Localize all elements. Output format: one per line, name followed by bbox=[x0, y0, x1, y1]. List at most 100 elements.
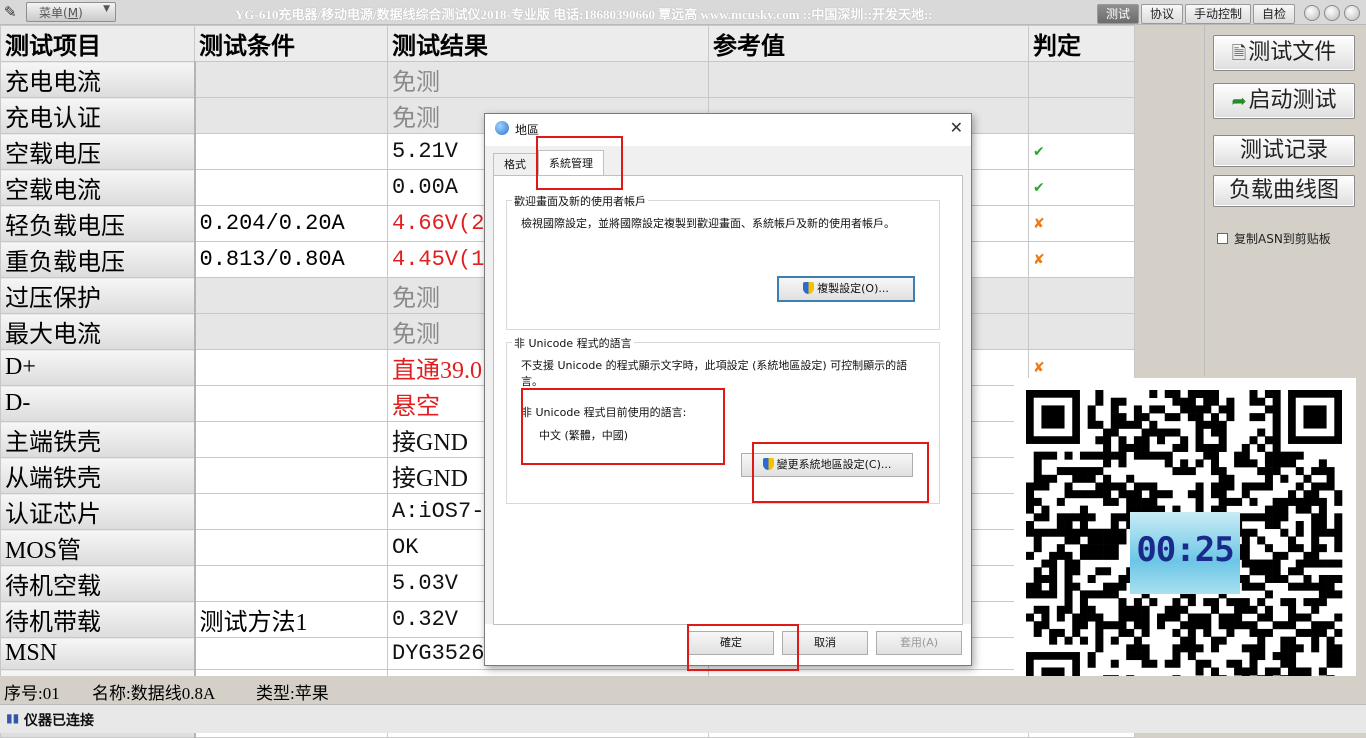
welcome-description: 檢視國際設定，並將國際設定複製到歡迎畫面、系統帳戶及新的使用者帳戶。 bbox=[521, 217, 895, 230]
cell-condition bbox=[194, 457, 388, 494]
connection-bar: ▮▮ 仪器已连接 bbox=[0, 704, 1366, 733]
cell-item: 重负载电压 bbox=[0, 241, 196, 278]
cell-item: 认证芯片 bbox=[0, 493, 196, 530]
menu-shortcut: M bbox=[67, 6, 79, 20]
welcome-group-title: 歡迎畫面及新的使用者帳戶 bbox=[512, 193, 648, 209]
tab-protocol[interactable]: 协议 bbox=[1141, 4, 1183, 24]
minimize-button[interactable] bbox=[1304, 5, 1320, 21]
cell-verdict: ✔ bbox=[1028, 133, 1135, 170]
header-verdict: 判定 bbox=[1028, 25, 1135, 62]
non-unicode-group-title: 非 Unicode 程式的語言 bbox=[512, 335, 634, 351]
window-title: YG-610充电器/移动电源/数据线综合测试仪2018-专业版 电话:18680… bbox=[235, 7, 933, 22]
copy-asn-label: 复制ASN到剪贴板 bbox=[1234, 232, 1331, 246]
status-line: 序号:01 名称:数据线0.8A 类型:苹果 bbox=[0, 676, 1366, 704]
title-bar: ✎ 菜单(M) ▼ YG-610充电器/移动电源/数据线综合测试仪2018-专业… bbox=[0, 0, 1366, 25]
cell-condition bbox=[194, 313, 388, 350]
test-file-label: 测试文件 bbox=[1248, 40, 1337, 65]
load-curve-button[interactable]: 负载曲线图 bbox=[1213, 175, 1355, 207]
cell-item: 最大电流 bbox=[0, 313, 196, 350]
header-result: 测试结果 bbox=[387, 25, 709, 62]
cell-item: D- bbox=[0, 385, 196, 422]
copy-settings-label: 複製設定(O)... bbox=[817, 282, 889, 295]
cell-verdict bbox=[1028, 277, 1135, 314]
cell-item: 从端铁壳 bbox=[0, 457, 196, 494]
chevron-down-icon: ▼ bbox=[103, 4, 110, 14]
timer-display: 00:25 bbox=[1130, 512, 1240, 594]
cell-item: 空载电压 bbox=[0, 133, 196, 170]
app-icon: ✎ bbox=[4, 3, 17, 21]
tab-test[interactable]: 测试 bbox=[1097, 4, 1139, 24]
close-icon[interactable]: ✕ bbox=[950, 118, 963, 137]
header-item: 测试项目 bbox=[0, 25, 195, 62]
cell-condition bbox=[194, 133, 388, 170]
connection-status: 仪器已连接 bbox=[24, 713, 94, 729]
qr-code-image: 00:25 bbox=[1014, 378, 1356, 720]
annotation-box bbox=[521, 388, 725, 465]
header-reference: 参考值 bbox=[708, 25, 1029, 62]
cell-item: 空载电流 bbox=[0, 169, 196, 206]
cell-verdict: ✘ bbox=[1028, 205, 1135, 242]
apply-button[interactable]: 套用(A) bbox=[876, 631, 962, 655]
non-unicode-description: 不支援 Unicode 的程式顯示文字時，此項設定 (系統地區設定) 可控制顯示… bbox=[521, 359, 908, 388]
right-panel: 🗎测试文件 ➦启动测试 测试记录 负载曲线图 复制ASN到剪贴板 bbox=[1204, 25, 1366, 376]
cell-item: 过压保护 bbox=[0, 277, 196, 314]
cell-condition bbox=[194, 277, 388, 314]
cell-verdict bbox=[1028, 97, 1135, 134]
cell-item: 充电电流 bbox=[0, 61, 196, 98]
timer-text: 00:25 bbox=[1136, 530, 1234, 570]
menu-label: 菜单 bbox=[39, 6, 64, 20]
cell-item: MOS管 bbox=[0, 529, 196, 566]
annotation-box bbox=[687, 624, 799, 671]
close-button[interactable] bbox=[1344, 5, 1360, 21]
cell-condition bbox=[194, 385, 388, 422]
copy-asn-checkbox[interactable]: 复制ASN到剪贴板 bbox=[1217, 230, 1331, 247]
arrow-icon: ➦ bbox=[1231, 91, 1247, 112]
table-header-row: 测试项目 测试条件 测试结果 参考值 判定 bbox=[0, 25, 1135, 62]
tab-self-check[interactable]: 自检 bbox=[1253, 4, 1295, 24]
cell-verdict: ✘ bbox=[1028, 241, 1135, 278]
cell-item: MSN bbox=[0, 637, 196, 670]
cell-condition bbox=[194, 97, 388, 134]
cell-item: 待机空载 bbox=[0, 565, 196, 602]
cell-condition bbox=[194, 565, 388, 602]
cell-item: 主端铁壳 bbox=[0, 421, 196, 458]
tab-formats[interactable]: 格式 bbox=[493, 153, 537, 176]
maximize-button[interactable] bbox=[1324, 5, 1340, 21]
cell-condition bbox=[194, 529, 388, 566]
cell-result: 免测 bbox=[387, 61, 709, 98]
cell-condition: 0.813/0.80A bbox=[194, 241, 388, 278]
tab-manual-control[interactable]: 手动控制 bbox=[1185, 4, 1251, 24]
start-test-button[interactable]: ➦启动测试 bbox=[1213, 83, 1355, 119]
cell-condition: 0.204/0.20A bbox=[194, 205, 388, 242]
cell-item: 轻负载电压 bbox=[0, 205, 196, 242]
start-test-label: 启动测试 bbox=[1248, 88, 1337, 113]
globe-icon bbox=[495, 121, 509, 135]
table-row[interactable]: 充电电流 免测 bbox=[0, 61, 1135, 98]
region-dialog: 地區 ✕ 格式 系統管理 歡迎畫面及新的使用者帳戶 檢視國際設定，並將國際設定複… bbox=[484, 113, 972, 671]
annotation-box bbox=[752, 442, 929, 503]
cell-verdict: ✔ bbox=[1028, 169, 1135, 206]
cell-condition bbox=[194, 349, 388, 386]
cell-item: D+ bbox=[0, 349, 196, 386]
product-type: 类型:苹果 bbox=[256, 684, 329, 703]
product-name: 名称:数据线0.8A bbox=[92, 684, 216, 703]
cell-verdict bbox=[1028, 313, 1135, 350]
cell-condition bbox=[194, 493, 388, 530]
annotation-box bbox=[536, 136, 623, 190]
welcome-group: 歡迎畫面及新的使用者帳戶 檢視國際設定，並將國際設定複製到歡迎畫面、系統帳戶及新… bbox=[506, 193, 940, 330]
checkbox-box[interactable] bbox=[1217, 233, 1228, 244]
cell-condition bbox=[194, 421, 388, 458]
shield-icon bbox=[803, 282, 815, 294]
cell-condition bbox=[194, 169, 388, 206]
serial-number: 序号:01 bbox=[4, 684, 60, 703]
cell-condition bbox=[194, 61, 388, 98]
header-condition: 测试条件 bbox=[194, 25, 388, 62]
test-record-button[interactable]: 测试记录 bbox=[1213, 135, 1355, 167]
test-file-button[interactable]: 🗎测试文件 bbox=[1213, 35, 1355, 71]
cell-reference bbox=[708, 61, 1029, 98]
chart-icon: ▮▮ bbox=[6, 711, 20, 725]
cell-item: 待机带载 bbox=[0, 601, 196, 638]
menu-button[interactable]: 菜单(M) ▼ bbox=[26, 2, 116, 22]
copy-settings-button[interactable]: 複製設定(O)... bbox=[777, 276, 915, 302]
document-icon: 🗎 bbox=[1231, 43, 1247, 64]
